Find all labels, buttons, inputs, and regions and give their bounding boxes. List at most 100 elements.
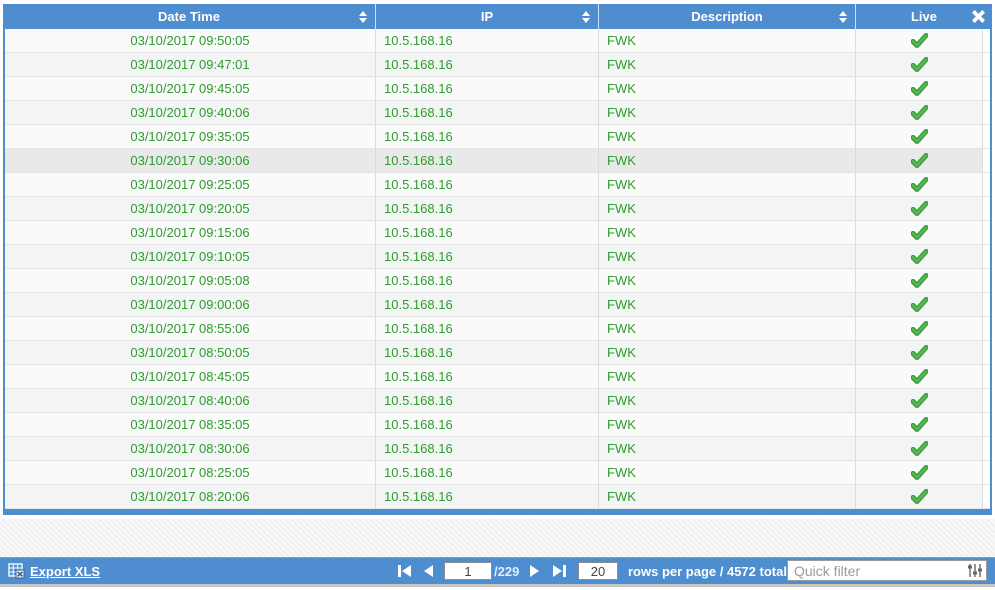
cell-ip: 10.5.168.16 — [375, 437, 598, 460]
green-check-icon — [911, 249, 928, 264]
cell-live — [855, 173, 982, 196]
row-filler — [982, 269, 990, 292]
prev-page-icon — [422, 564, 434, 578]
table-row[interactable]: 03/10/2017 08:25:05 10.5.168.16 FWK — [5, 461, 990, 485]
last-page-button[interactable] — [551, 563, 567, 579]
rows-info-label: rows per page / 4572 total — [628, 564, 787, 579]
export-group: Export XLS — [8, 558, 100, 584]
table-row[interactable]: 03/10/2017 09:35:05 10.5.168.16 FWK — [5, 125, 990, 149]
quick-filter-input[interactable] — [787, 560, 987, 581]
cell-datetime: 03/10/2017 08:25:05 — [5, 461, 375, 484]
cell-live — [855, 77, 982, 100]
export-xls-link[interactable]: Export XLS — [30, 564, 100, 579]
table-row[interactable]: 03/10/2017 09:25:05 10.5.168.16 FWK — [5, 173, 990, 197]
next-page-button[interactable] — [527, 563, 543, 579]
cell-live — [855, 245, 982, 268]
cell-live — [855, 437, 982, 460]
cell-datetime: 03/10/2017 08:35:05 — [5, 413, 375, 436]
row-filler — [982, 293, 990, 316]
cell-description: FWK — [598, 101, 855, 124]
cell-live — [855, 485, 982, 508]
cell-description: FWK — [598, 341, 855, 364]
hatched-spacer — [0, 519, 995, 557]
table-row[interactable]: 03/10/2017 09:40:06 10.5.168.16 FWK — [5, 101, 990, 125]
table-row[interactable]: 03/10/2017 09:47:01 10.5.168.16 FWK — [5, 53, 990, 77]
row-filler — [982, 125, 990, 148]
prev-page-button[interactable] — [420, 563, 436, 579]
sort-arrows-icon — [582, 11, 590, 23]
cell-ip: 10.5.168.16 — [375, 389, 598, 412]
cell-datetime: 03/10/2017 08:45:05 — [5, 365, 375, 388]
last-page-icon — [552, 564, 567, 578]
table-row[interactable]: 03/10/2017 08:45:05 10.5.168.16 FWK — [5, 365, 990, 389]
cell-datetime: 03/10/2017 08:20:06 — [5, 485, 375, 508]
cell-ip: 10.5.168.16 — [375, 245, 598, 268]
cell-ip: 10.5.168.16 — [375, 269, 598, 292]
table-row[interactable]: 03/10/2017 09:45:05 10.5.168.16 FWK — [5, 77, 990, 101]
excel-icon — [8, 563, 25, 579]
cell-datetime: 03/10/2017 09:45:05 — [5, 77, 375, 100]
green-check-icon — [911, 153, 928, 168]
table-row[interactable]: 03/10/2017 08:55:06 10.5.168.16 FWK — [5, 317, 990, 341]
table-row[interactable]: 03/10/2017 09:10:05 10.5.168.16 FWK — [5, 245, 990, 269]
cell-description: FWK — [598, 269, 855, 292]
green-check-icon — [911, 345, 928, 360]
cell-live — [855, 461, 982, 484]
cell-description: FWK — [598, 461, 855, 484]
close-button[interactable] — [966, 5, 990, 28]
cell-live — [855, 269, 982, 292]
first-page-button[interactable] — [396, 563, 412, 579]
green-check-icon — [911, 225, 928, 240]
cell-live — [855, 53, 982, 76]
cell-description: FWK — [598, 317, 855, 340]
cell-live — [855, 389, 982, 412]
row-filler — [982, 221, 990, 244]
column-header-date-time[interactable]: Date Time — [3, 4, 375, 29]
pagination-toolbar: Export XLS /229 ro — [0, 557, 995, 584]
green-check-icon — [911, 465, 928, 480]
table-row[interactable]: 03/10/2017 09:20:05 10.5.168.16 FWK — [5, 197, 990, 221]
green-check-icon — [911, 417, 928, 432]
cell-ip: 10.5.168.16 — [375, 101, 598, 124]
cell-live — [855, 29, 982, 52]
row-filler — [982, 149, 990, 172]
column-header-description[interactable]: Description — [598, 4, 855, 29]
cell-description: FWK — [598, 197, 855, 220]
cell-datetime: 03/10/2017 08:50:05 — [5, 341, 375, 364]
column-label: Live — [911, 9, 937, 24]
table-row[interactable]: 03/10/2017 09:00:06 10.5.168.16 FWK — [5, 293, 990, 317]
cell-datetime: 03/10/2017 08:30:06 — [5, 437, 375, 460]
cell-description: FWK — [598, 173, 855, 196]
cell-datetime: 03/10/2017 09:20:05 — [5, 197, 375, 220]
page-number-input[interactable] — [444, 562, 492, 580]
table-row[interactable]: 03/10/2017 08:35:05 10.5.168.16 FWK — [5, 413, 990, 437]
table-row[interactable]: 03/10/2017 08:30:06 10.5.168.16 FWK — [5, 437, 990, 461]
filter-sliders-icon[interactable] — [967, 563, 983, 578]
data-table: Date Time IP Description Live 03/10/2017… — [3, 4, 992, 515]
green-check-icon — [911, 57, 928, 72]
table-row[interactable]: 03/10/2017 08:20:06 10.5.168.16 FWK — [5, 485, 990, 509]
cell-ip: 10.5.168.16 — [375, 413, 598, 436]
table-row[interactable]: 03/10/2017 09:30:06 10.5.168.16 FWK — [5, 149, 990, 173]
table-row[interactable]: 03/10/2017 09:05:08 10.5.168.16 FWK — [5, 269, 990, 293]
cell-ip: 10.5.168.16 — [375, 197, 598, 220]
row-filler — [982, 245, 990, 268]
first-page-icon — [397, 564, 412, 578]
row-filler — [982, 77, 990, 100]
table-row[interactable]: 03/10/2017 09:15:06 10.5.168.16 FWK — [5, 221, 990, 245]
table-row[interactable]: 03/10/2017 08:50:05 10.5.168.16 FWK — [5, 341, 990, 365]
cell-ip: 10.5.168.16 — [375, 221, 598, 244]
column-label: Date Time — [158, 9, 220, 24]
table-row[interactable]: 03/10/2017 09:50:05 10.5.168.16 FWK — [5, 29, 990, 53]
cell-ip: 10.5.168.16 — [375, 77, 598, 100]
cell-description: FWK — [598, 437, 855, 460]
cell-ip: 10.5.168.16 — [375, 365, 598, 388]
cell-live — [855, 101, 982, 124]
cell-ip: 10.5.168.16 — [375, 149, 598, 172]
table-row[interactable]: 03/10/2017 08:40:06 10.5.168.16 FWK — [5, 389, 990, 413]
rows-per-page-input[interactable] — [578, 562, 618, 580]
cell-ip: 10.5.168.16 — [375, 461, 598, 484]
column-header-ip[interactable]: IP — [375, 4, 598, 29]
cell-ip: 10.5.168.16 — [375, 317, 598, 340]
cell-datetime: 03/10/2017 09:50:05 — [5, 29, 375, 52]
